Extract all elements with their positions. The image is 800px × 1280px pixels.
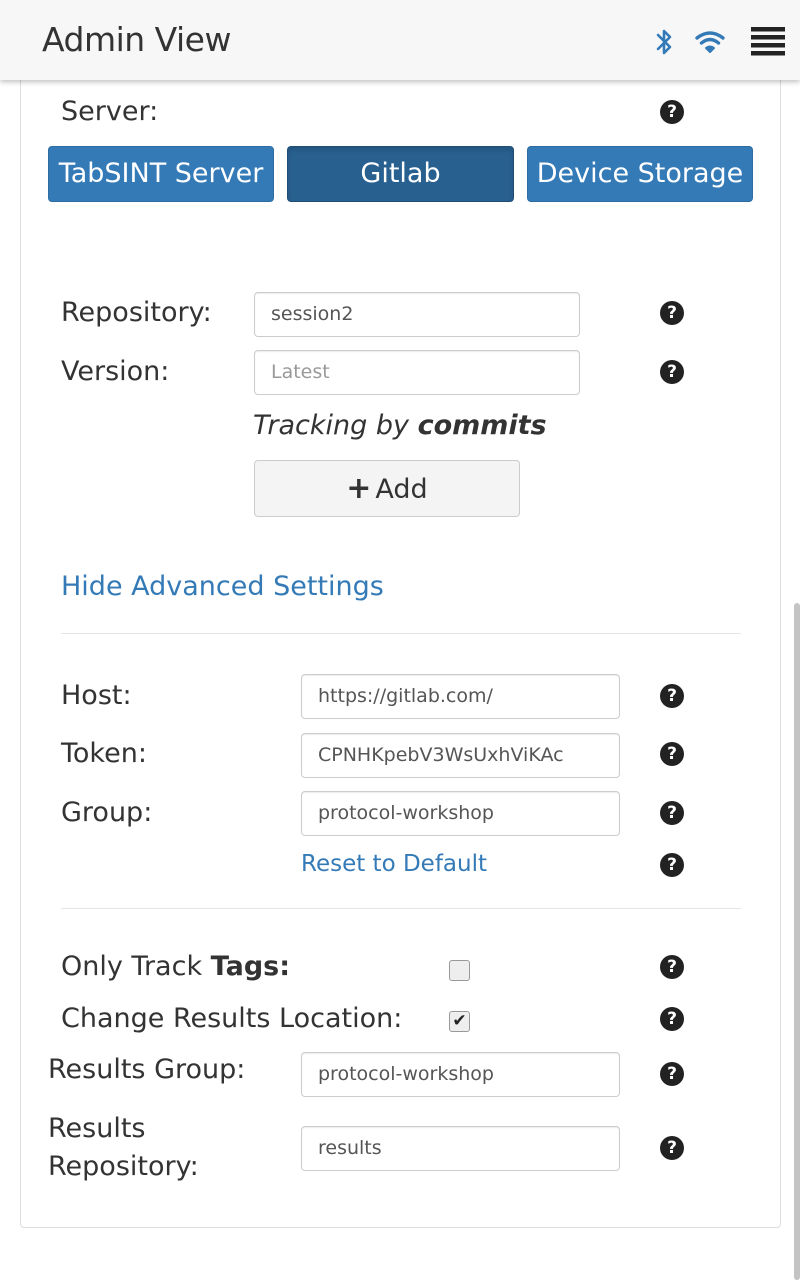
token-help-icon[interactable]: ? xyxy=(660,742,684,766)
group-label: Group: xyxy=(61,797,153,828)
change-results-location-checkbox[interactable]: ✔ xyxy=(449,1011,470,1032)
server-gitlab-button[interactable]: Gitlab xyxy=(287,146,514,202)
app-header: Admin View xyxy=(0,0,800,80)
host-help-icon[interactable]: ? xyxy=(660,684,684,708)
only-track-tags-prefix: Only Track xyxy=(61,951,203,982)
only-track-tags-label: Only Track Tags: xyxy=(61,951,290,982)
page-title: Admin View xyxy=(42,20,231,59)
version-label: Version: xyxy=(61,356,170,387)
only-track-tags-checkbox[interactable] xyxy=(449,960,470,981)
results-repository-help-icon[interactable]: ? xyxy=(660,1136,684,1160)
hide-advanced-settings-link[interactable]: Hide Advanced Settings xyxy=(61,571,384,602)
only-track-tags-help-icon[interactable]: ? xyxy=(660,955,684,979)
results-repository-label-line2: Repository: xyxy=(48,1151,199,1182)
bluetooth-icon[interactable] xyxy=(651,26,677,58)
version-help-icon[interactable]: ? xyxy=(660,360,684,384)
repository-label: Repository: xyxy=(61,297,212,328)
server-tabsint-button[interactable]: TabSINT Server xyxy=(48,146,274,202)
results-group-input[interactable]: protocol-workshop xyxy=(301,1052,620,1097)
results-repository-label-line1: Results xyxy=(48,1113,146,1144)
add-button[interactable]: + Add xyxy=(254,460,520,517)
reset-to-default-link[interactable]: Reset to Default xyxy=(301,851,487,877)
add-button-label: Add xyxy=(375,474,428,505)
server-label: Server: xyxy=(61,96,159,127)
repository-input[interactable]: session2 xyxy=(254,292,580,337)
wifi-icon[interactable] xyxy=(695,30,725,54)
group-help-icon[interactable]: ? xyxy=(660,801,684,825)
token-label: Token: xyxy=(61,738,147,769)
server-help-icon[interactable]: ? xyxy=(660,100,684,124)
change-results-location-help-icon[interactable]: ? xyxy=(660,1007,684,1031)
host-input[interactable]: https://gitlab.com/ xyxy=(301,674,620,719)
repository-help-icon[interactable]: ? xyxy=(660,301,684,325)
host-label: Host: xyxy=(61,680,132,711)
divider xyxy=(61,908,741,909)
results-repository-input[interactable]: results xyxy=(301,1126,620,1171)
scrollbar[interactable] xyxy=(794,603,800,1280)
only-track-tags-bold: Tags: xyxy=(210,951,291,982)
version-input[interactable]: Latest xyxy=(254,350,580,395)
change-results-location-label: Change Results Location: xyxy=(61,1003,403,1034)
server-device-storage-button[interactable]: Device Storage xyxy=(527,146,753,202)
divider xyxy=(61,633,741,634)
plus-icon: + xyxy=(346,471,372,506)
token-input[interactable]: CPNHKpebV3WsUxhViKAc xyxy=(301,733,620,778)
checkmark-icon: ✔ xyxy=(452,1011,467,1031)
results-group-help-icon[interactable]: ? xyxy=(660,1062,684,1086)
menu-icon[interactable] xyxy=(751,26,785,58)
group-input[interactable]: protocol-workshop xyxy=(301,791,620,836)
results-group-label: Results Group: xyxy=(48,1054,246,1085)
tracking-prefix: Tracking by xyxy=(253,410,409,441)
tracking-mode: commits xyxy=(417,410,547,441)
tracking-text: Tracking by commits xyxy=(253,410,547,441)
reset-help-icon[interactable]: ? xyxy=(660,853,684,877)
